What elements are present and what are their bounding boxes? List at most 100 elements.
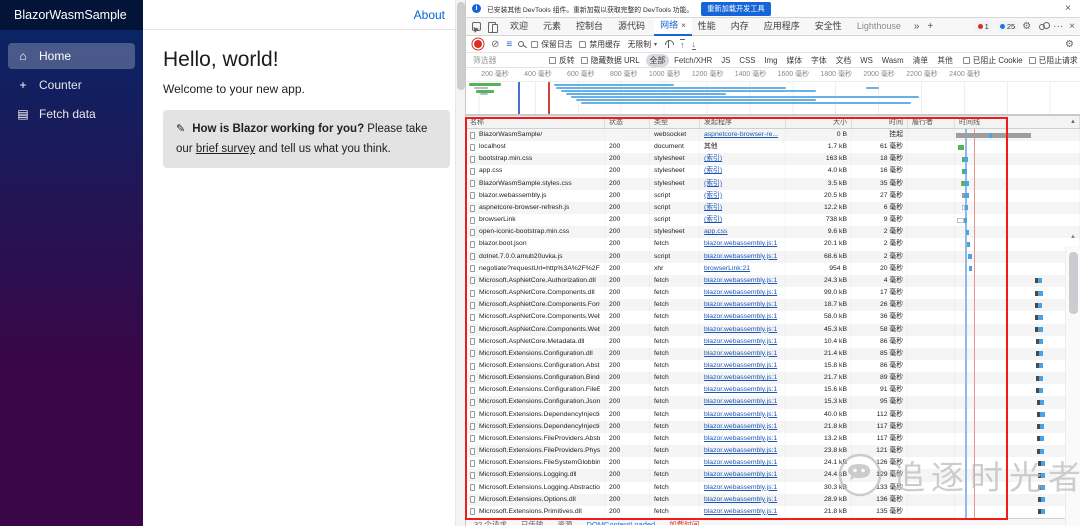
network-request-row[interactable]: blazor.boot.json200fetchblazor.webassemb… <box>466 238 1080 250</box>
cell-initiator-link[interactable]: blazor.webassembly.js:1 <box>700 275 786 287</box>
scrollbar-thumb[interactable] <box>457 2 465 90</box>
network-request-row[interactable]: Microsoft.Extensions.Options.dll200fetch… <box>466 494 1080 506</box>
network-request-row[interactable]: Microsoft.AspNetCore.Components.Forms.dl… <box>466 299 1080 311</box>
network-conditions-icon[interactable] <box>664 40 673 48</box>
network-request-row[interactable]: blazor.webassembly.js200script(索引)20.5 k… <box>466 190 1080 202</box>
network-request-row[interactable]: dotnet.7.0.0.amub20uvka.js200scriptblazo… <box>466 251 1080 263</box>
sidebar-nav-item[interactable]: + Counter <box>8 72 135 98</box>
devtools-tab[interactable]: 内存 <box>725 18 758 36</box>
network-request-row[interactable]: Microsoft.Extensions.Configuration.Json.… <box>466 396 1080 408</box>
cell-initiator-link[interactable]: (索引) <box>700 178 786 190</box>
cell-initiator-link[interactable]: (索引) <box>700 153 786 165</box>
network-settings-gear-icon[interactable]: ⚙ <box>1065 39 1074 50</box>
network-request-row[interactable]: aspnetcore-browser-refresh.js200script(索… <box>466 202 1080 214</box>
throttling-dropdown[interactable]: 无限制▾ <box>628 39 657 50</box>
cell-initiator-link[interactable]: blazor.webassembly.js:1 <box>700 324 786 336</box>
table-scrollbar[interactable]: ▲ ▼ <box>1065 246 1080 526</box>
filter-funnel-icon[interactable]: ≡ <box>506 39 511 50</box>
network-request-row[interactable]: Microsoft.AspNetCore.Components.Web.dll2… <box>466 311 1080 323</box>
devtools-tab[interactable]: 控制台 <box>570 18 612 36</box>
scroll-up-icon[interactable]: ▲ <box>1066 234 1080 240</box>
cell-initiator-link[interactable]: (索引) <box>700 214 786 226</box>
search-icon[interactable] <box>518 41 524 47</box>
device-toolbar-icon[interactable] <box>488 22 498 31</box>
filter-chip[interactable]: CSS <box>735 55 759 66</box>
filter-chip[interactable]: Img <box>760 55 781 66</box>
filter-chip[interactable]: 清单 <box>909 54 933 67</box>
scrollbar-thumb[interactable] <box>1069 252 1078 314</box>
cell-initiator-link[interactable]: blazor.webassembly.js:1 <box>700 336 786 348</box>
cell-initiator-link[interactable]: blazor.webassembly.js:1 <box>700 421 786 433</box>
cell-initiator-link[interactable]: blazor.webassembly.js:1 <box>700 469 786 481</box>
cell-initiator-link[interactable]: browserLink:21 <box>700 263 786 275</box>
cell-initiator-link[interactable]: aspnetcore-browser-re... <box>700 129 786 141</box>
network-request-row[interactable]: Microsoft.Extensions.Configuration.Binde… <box>466 372 1080 384</box>
cell-initiator-link[interactable]: blazor.webassembly.js:1 <box>700 433 786 445</box>
waterfall-overview[interactable] <box>466 82 1080 116</box>
filter-chip[interactable]: 字体 <box>807 54 831 67</box>
settings-gear-icon[interactable]: ⚙ <box>1019 18 1034 36</box>
import-har-icon[interactable]: ↑ <box>680 39 685 50</box>
cell-initiator-link[interactable]: blazor.webassembly.js:1 <box>700 384 786 396</box>
disable-cache-checkbox[interactable]: 禁用缓存 <box>579 39 620 50</box>
network-request-row[interactable]: browserLink200script(索引)738 kB9 毫秒 <box>466 214 1080 226</box>
cell-initiator-link[interactable]: blazor.webassembly.js:1 <box>700 409 786 421</box>
cell-initiator-link[interactable]: blazor.webassembly.js:1 <box>700 287 786 299</box>
network-request-row[interactable]: Microsoft.AspNetCore.Components.dll200fe… <box>466 287 1080 299</box>
sort-arrow-icon[interactable]: ▲ <box>1070 116 1076 129</box>
cell-initiator-link[interactable]: blazor.webassembly.js:1 <box>700 372 786 384</box>
inspect-element-icon[interactable] <box>472 22 481 31</box>
record-icon[interactable] <box>474 40 482 48</box>
brief-survey-link[interactable]: brief survey <box>196 143 255 155</box>
cell-initiator-link[interactable]: blazor.webassembly.js:1 <box>700 348 786 360</box>
preserve-log-checkbox[interactable]: 保留日志 <box>531 39 572 50</box>
cell-initiator-link[interactable]: blazor.webassembly.js:1 <box>700 445 786 457</box>
cell-initiator-link[interactable]: blazor.webassembly.js:1 <box>700 360 786 372</box>
about-link[interactable]: About <box>414 8 445 22</box>
column-header[interactable]: 时间线 <box>955 116 1080 128</box>
cell-initiator-link[interactable]: blazor.webassembly.js:1 <box>700 396 786 408</box>
column-header[interactable]: 大小 <box>786 116 852 128</box>
browser-page-scrollbar[interactable] <box>455 0 465 526</box>
cell-initiator-link[interactable]: blazor.webassembly.js:1 <box>700 251 786 263</box>
tab-close-icon[interactable]: × <box>681 17 686 34</box>
filter-chip[interactable]: Wasm <box>878 55 908 66</box>
cell-initiator-link[interactable]: blazor.webassembly.js:1 <box>700 494 786 506</box>
export-har-icon[interactable]: ↓ <box>692 39 697 50</box>
network-request-row[interactable]: negotiate?requestUrl=http%3A%2F%2Flocalh… <box>466 263 1080 275</box>
devtools-tab[interactable]: 性能 <box>692 18 725 36</box>
cell-initiator-link[interactable]: blazor.webassembly.js:1 <box>700 506 786 518</box>
column-header[interactable]: 履行者 <box>908 116 955 128</box>
devtools-tab[interactable]: 源代码 <box>612 18 654 36</box>
network-request-row[interactable]: open-iconic-bootstrap.min.css200styleshe… <box>466 226 1080 238</box>
filter-chip[interactable]: Fetch/XHR <box>670 55 716 66</box>
column-header[interactable]: 名称 <box>466 116 605 128</box>
filter-chip[interactable]: JS <box>717 55 734 66</box>
blocked-requests-checkbox[interactable]: 已阻止请求 <box>1029 55 1078 66</box>
blocked-cookies-checkbox[interactable]: 已阻止 Cookie <box>963 55 1023 66</box>
invert-checkbox[interactable]: 反转 <box>549 55 575 66</box>
filter-input[interactable] <box>471 55 543 66</box>
filter-chip[interactable]: WS <box>856 55 877 66</box>
devtools-tab[interactable]: 元素 <box>537 18 570 36</box>
cell-initiator-link[interactable]: blazor.webassembly.js:1 <box>700 311 786 323</box>
sidebar-nav-item[interactable]: ⌂ Home <box>8 43 135 69</box>
filter-chip[interactable]: 媒体 <box>782 54 806 67</box>
network-request-row[interactable]: Microsoft.Extensions.Logging.dll200fetch… <box>466 469 1080 481</box>
network-request-row[interactable]: Microsoft.Extensions.DependencyInjection… <box>466 421 1080 433</box>
network-request-row[interactable]: localhost200document其他1.7 kB61 毫秒 <box>466 141 1080 153</box>
filter-chip[interactable]: 全部 <box>646 54 670 67</box>
devtools-tab[interactable]: 欢迎 <box>504 18 537 36</box>
cell-initiator-link[interactable]: blazor.webassembly.js:1 <box>700 238 786 250</box>
cell-initiator-link[interactable]: (索引) <box>700 202 786 214</box>
cell-initiator-link[interactable]: app.css <box>700 226 786 238</box>
devtools-tab[interactable]: 网络 × <box>654 18 692 36</box>
filter-chip[interactable]: 其他 <box>933 54 957 67</box>
cell-initiator-link[interactable]: blazor.webassembly.js:1 <box>700 457 786 469</box>
network-request-row[interactable]: Microsoft.Extensions.DependencyInjection… <box>466 409 1080 421</box>
cell-initiator-link[interactable]: (索引) <box>700 190 786 202</box>
devtools-tab[interactable]: 安全性 <box>809 18 851 36</box>
add-tab-button[interactable]: + <box>923 21 937 32</box>
network-request-row[interactable]: Microsoft.Extensions.FileSystemGlobbing.… <box>466 457 1080 469</box>
network-request-row[interactable]: Microsoft.Extensions.FileProviders.Abstr… <box>466 433 1080 445</box>
